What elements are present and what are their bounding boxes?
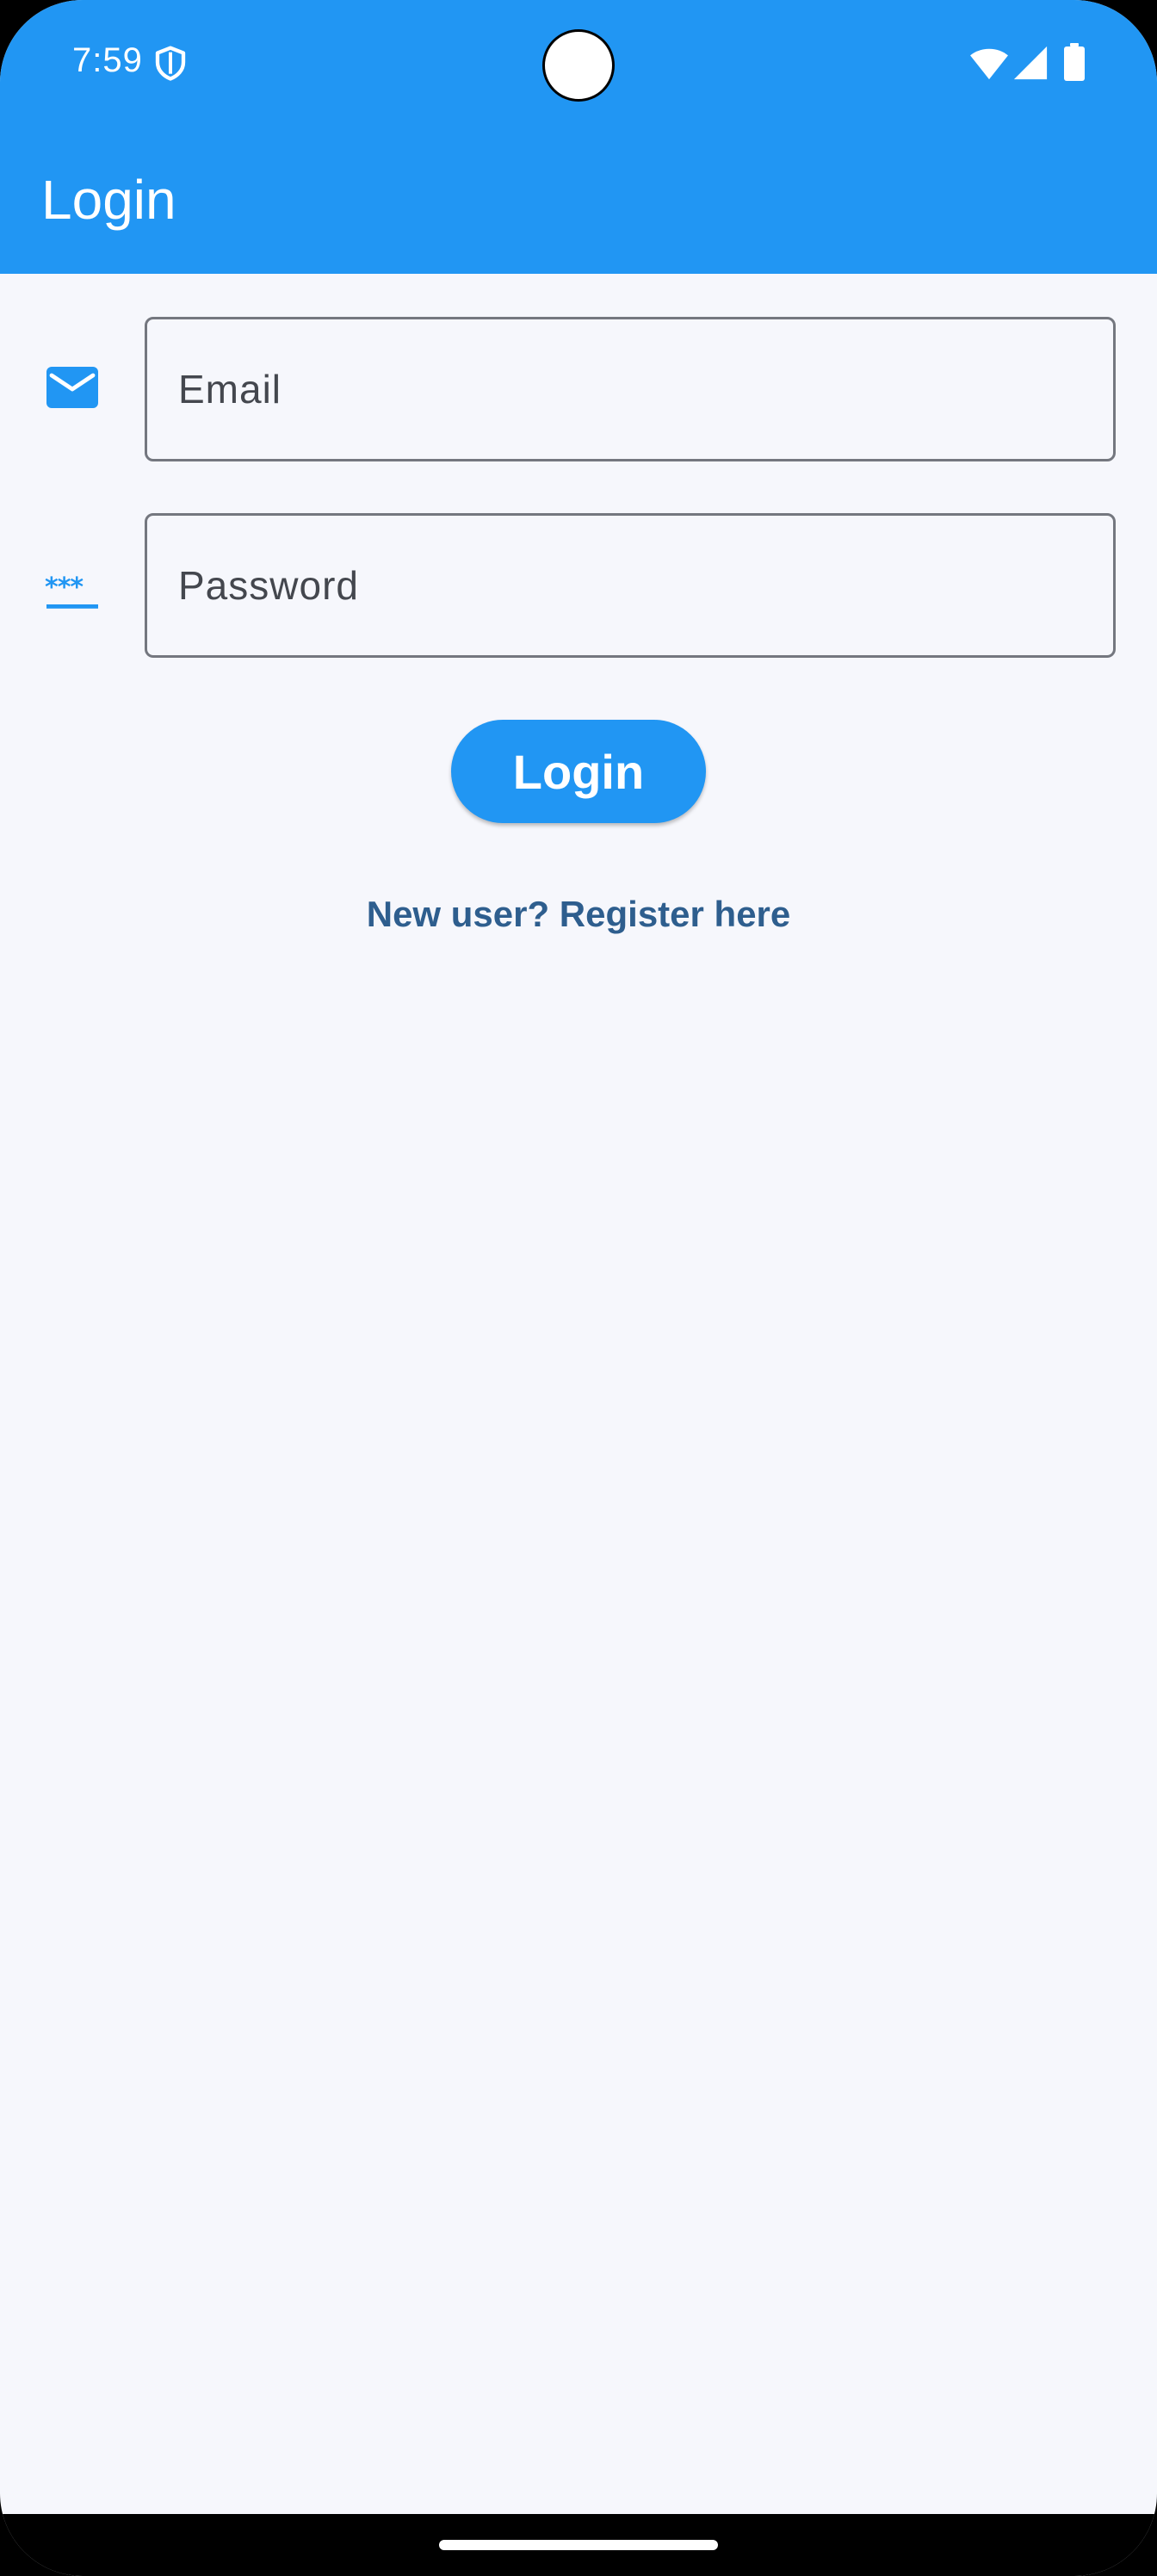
signal-icon bbox=[1013, 46, 1048, 80]
device-screen: 7:59 Login *** Login New user? Register … bbox=[0, 0, 1157, 2576]
page-title: Login bbox=[41, 169, 176, 231]
battery-icon bbox=[1064, 43, 1085, 81]
status-time: 7:59 bbox=[72, 41, 143, 79]
top-app-bar: 7:59 Login bbox=[0, 0, 1157, 274]
svg-text:***: *** bbox=[45, 573, 84, 603]
login-button[interactable]: Login bbox=[451, 720, 706, 823]
password-field[interactable] bbox=[145, 513, 1116, 658]
register-link[interactable]: New user? Register here bbox=[0, 894, 1157, 935]
shield-icon bbox=[155, 46, 186, 81]
mail-icon bbox=[46, 367, 98, 408]
email-field[interactable] bbox=[145, 317, 1116, 461]
home-indicator[interactable] bbox=[439, 2540, 718, 2550]
camera-cutout bbox=[542, 29, 615, 102]
password-icon: *** bbox=[45, 573, 98, 609]
wifi-icon bbox=[970, 48, 1008, 80]
